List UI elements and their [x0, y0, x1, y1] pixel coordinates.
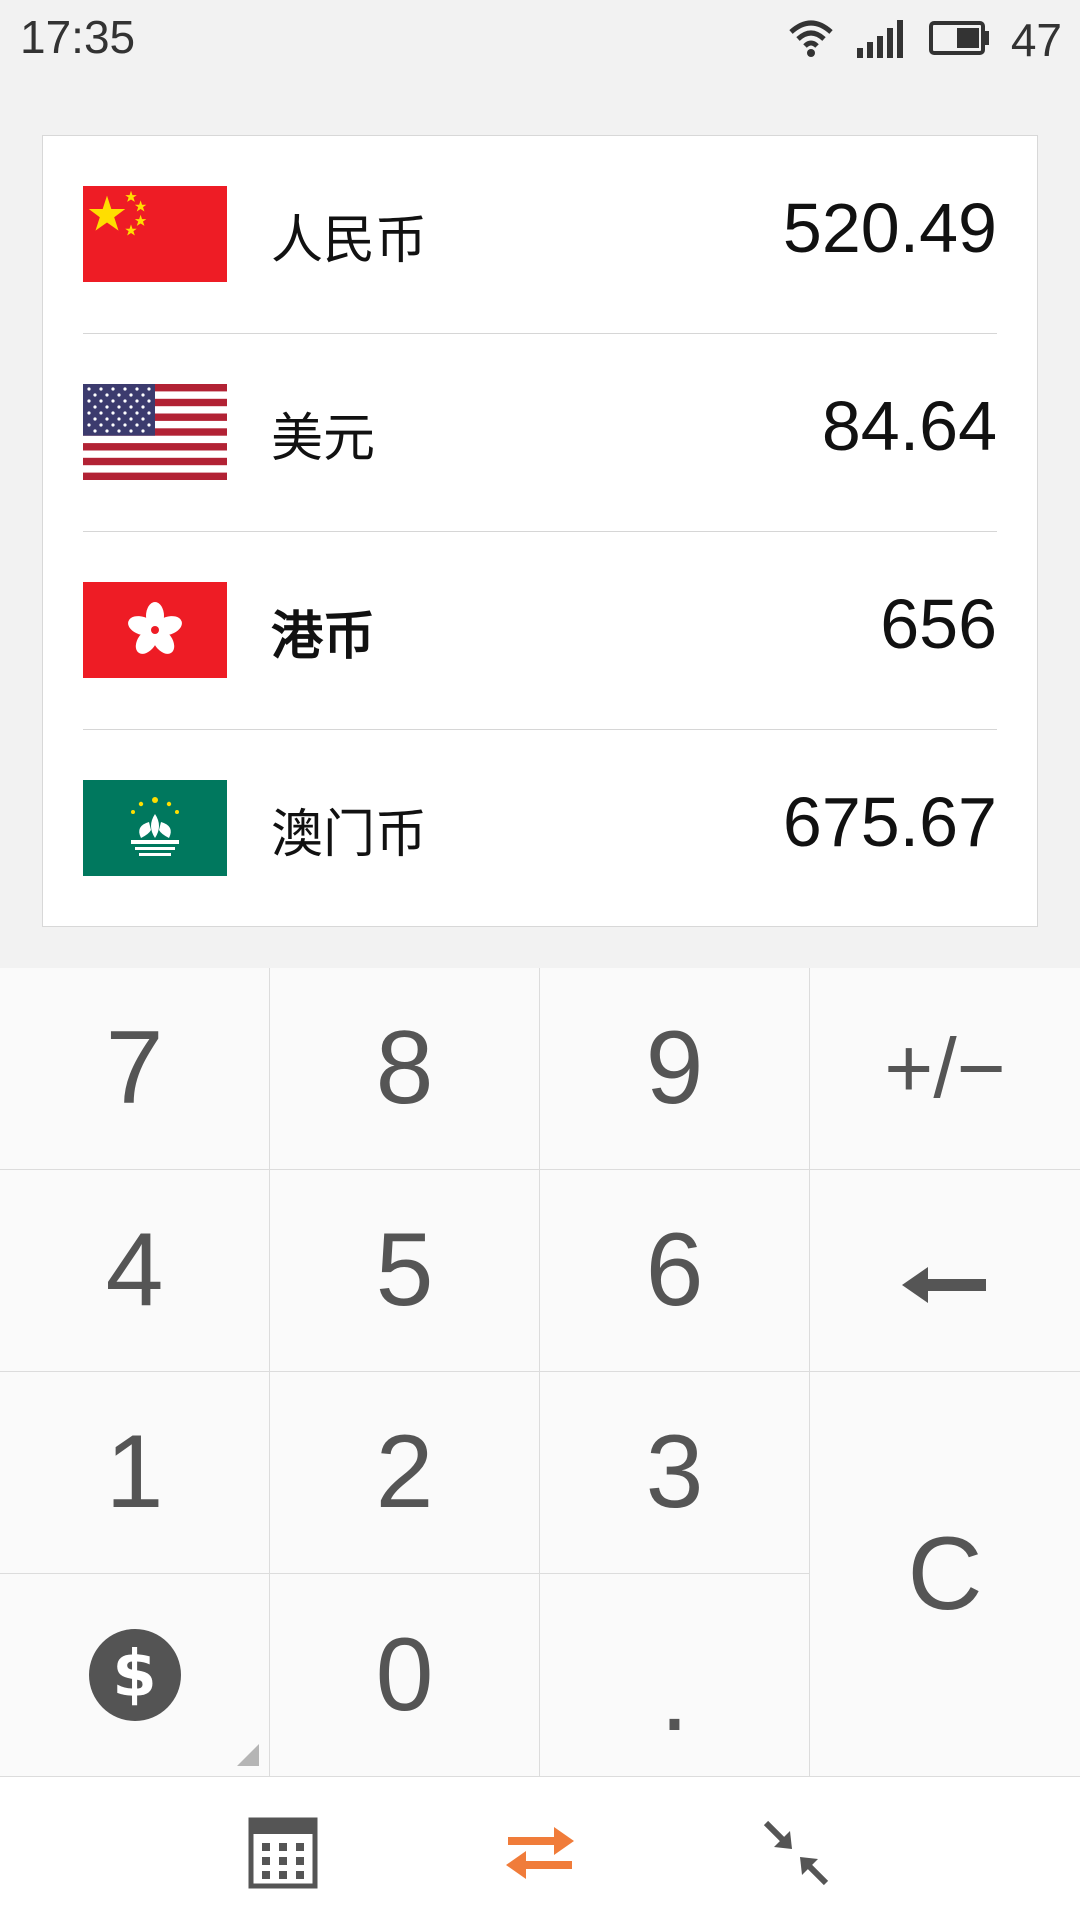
currency-row-mop[interactable]: 澳门币 675.67	[83, 730, 997, 928]
battery-level: 47	[1010, 14, 1062, 66]
status-time: 17:35	[20, 11, 136, 63]
signal-icon	[855, 18, 909, 62]
currency-value: 656	[880, 585, 997, 663]
key-7[interactable]: 7	[0, 968, 270, 1170]
status-bar: 17:35 47	[0, 0, 1080, 80]
key-label: 0	[375, 1616, 434, 1733]
currency-select-button[interactable]: $	[0, 1574, 270, 1776]
dollar-symbol: $	[112, 1638, 157, 1712]
macau-flag-icon	[83, 780, 227, 876]
wifi-icon	[787, 18, 835, 62]
key-9[interactable]: 9	[540, 968, 810, 1170]
key-label: 6	[645, 1212, 704, 1328]
key-4[interactable]: 4	[0, 1170, 270, 1372]
currency-value: 84.64	[821, 387, 997, 465]
convert-button[interactable]	[500, 1815, 580, 1895]
key-8[interactable]: 8	[270, 968, 540, 1170]
key-label: 5	[375, 1212, 434, 1328]
currency-name: 澳门币	[271, 805, 428, 865]
currency-value: 675.67	[782, 783, 997, 861]
key-label: 3	[645, 1414, 704, 1530]
backspace-button[interactable]	[810, 1170, 1080, 1372]
calculator-button[interactable]	[243, 1815, 323, 1895]
key-label: 8	[375, 1010, 434, 1126]
key-plus-minus[interactable]: +/−	[810, 968, 1080, 1170]
keypad: 7 8 9 +/− 4 5 6 1 2 3 C $ 0 .	[0, 968, 1080, 1776]
corner-indicator-icon	[237, 1744, 259, 1766]
key-label: 2	[375, 1414, 434, 1530]
key-0[interactable]: 0	[270, 1574, 540, 1776]
clear-button[interactable]: C	[810, 1372, 1080, 1776]
currency-row-usd[interactable]: 美元 84.64	[83, 334, 997, 532]
key-2[interactable]: 2	[270, 1372, 540, 1574]
currency-value: 520.49	[782, 189, 997, 267]
key-label: C	[907, 1515, 983, 1632]
swap-icon	[504, 1823, 576, 1887]
key-3[interactable]: 3	[540, 1372, 810, 1574]
key-5[interactable]: 5	[270, 1170, 540, 1372]
key-label: 1	[105, 1414, 164, 1530]
china-flag-icon	[83, 186, 227, 282]
key-dot[interactable]: .	[540, 1574, 810, 1776]
battery-icon	[928, 20, 991, 60]
key-6[interactable]: 6	[540, 1170, 810, 1372]
key-1[interactable]: 1	[0, 1372, 270, 1574]
status-icons: 47	[767, 14, 1062, 66]
dollar-icon: $	[88, 1629, 181, 1721]
key-label: +/−	[884, 1021, 1006, 1115]
collapse-button[interactable]	[756, 1815, 836, 1895]
key-label: 4	[105, 1212, 164, 1328]
currency-name: 美元	[271, 409, 376, 469]
usa-flag-icon	[83, 384, 227, 480]
currency-row-cny[interactable]: 人民币 520.49	[83, 136, 997, 334]
currency-name: 港币	[271, 607, 376, 667]
currency-list: 人民币 520.49 美元 84.64 港币 656 澳门币 675.67	[42, 135, 1038, 927]
currency-row-hkd[interactable]: 港币 656	[83, 532, 997, 730]
currency-name: 人民币	[271, 211, 428, 271]
key-label: 7	[105, 1010, 164, 1126]
collapse-icon	[760, 1817, 832, 1893]
bottom-nav	[0, 1776, 1080, 1920]
hongkong-flag-icon	[83, 582, 227, 678]
backspace-icon	[902, 1211, 988, 1330]
calculator-icon	[248, 1817, 318, 1893]
key-label: .	[660, 1636, 689, 1753]
key-label: 9	[645, 1010, 704, 1126]
